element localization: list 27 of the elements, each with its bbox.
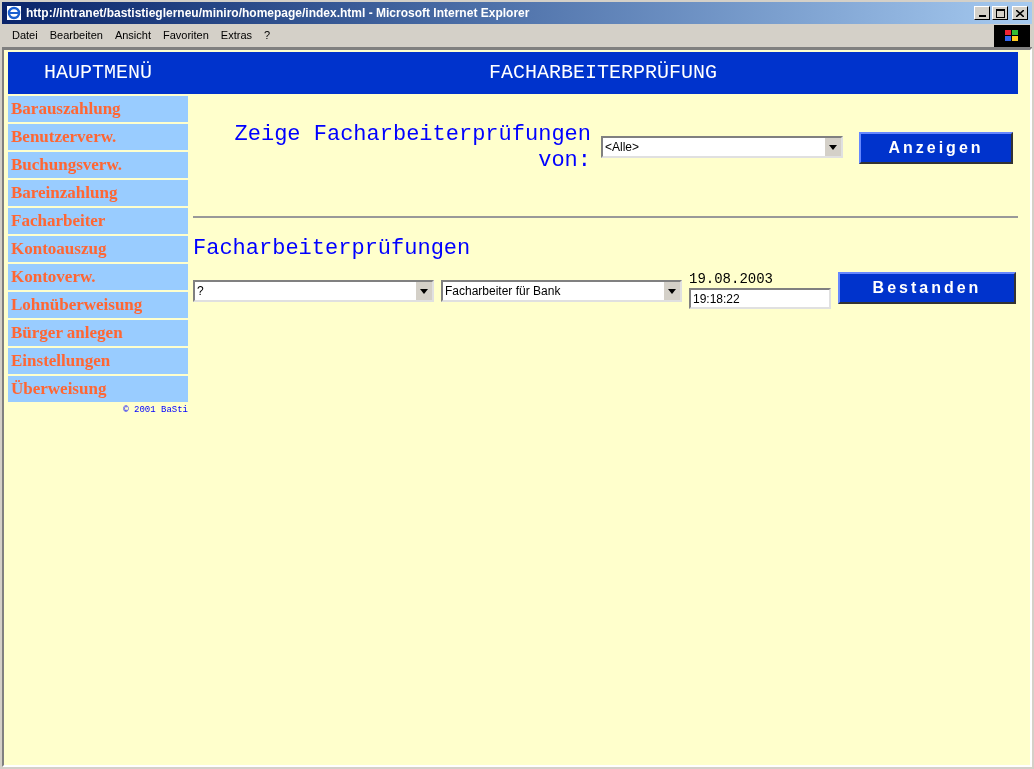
show-button[interactable]: Anzeigen bbox=[859, 132, 1013, 164]
menu-item[interactable]: Bearbeiten bbox=[43, 27, 109, 44]
section-heading: Facharbeiterprüfungen bbox=[193, 235, 472, 263]
browser-logo-icon bbox=[6, 5, 22, 21]
page-title: FACHARBEITERPRÜFUNG bbox=[487, 60, 718, 86]
menu-item[interactable]: Ansicht bbox=[108, 27, 157, 44]
exam-date: 19.08.2003 bbox=[689, 270, 774, 288]
filter-label: Zeige Facharbeiterprüfungen von: bbox=[233, 122, 591, 174]
maximize-icon bbox=[995, 8, 1005, 18]
maximize-button[interactable] bbox=[992, 6, 1008, 20]
windows-flag-icon bbox=[1005, 29, 1019, 42]
passed-button[interactable]: Bestanden bbox=[838, 272, 1016, 304]
minimize-icon bbox=[978, 15, 986, 17]
time-field[interactable]: 19:18:22 bbox=[689, 288, 831, 309]
window-title: http://intranet/bastistieglerneu/miniro/homepage/index.html - Microsoft Internet Explorer bbox=[26, 5, 531, 22]
candidate-dropdown[interactable]: ? bbox=[193, 280, 434, 302]
minimize-button[interactable] bbox=[974, 6, 990, 20]
menu-item[interactable]: ? bbox=[258, 27, 277, 44]
exam-type-dropdown[interactable]: Facharbeiter für Bank bbox=[441, 280, 682, 302]
close-button[interactable] bbox=[1012, 6, 1028, 20]
menu-title: HAUPTMENÜ bbox=[43, 60, 153, 86]
menu-item[interactable]: Extras bbox=[214, 27, 259, 44]
copyright-text: © 2001 BaSti bbox=[123, 404, 188, 417]
filter-dropdown[interactable]: <Alle> bbox=[601, 136, 843, 158]
menu-item[interactable]: Datei bbox=[6, 27, 44, 44]
menu-item[interactable]: Favoriten bbox=[157, 27, 215, 44]
close-icon bbox=[1016, 9, 1024, 17]
